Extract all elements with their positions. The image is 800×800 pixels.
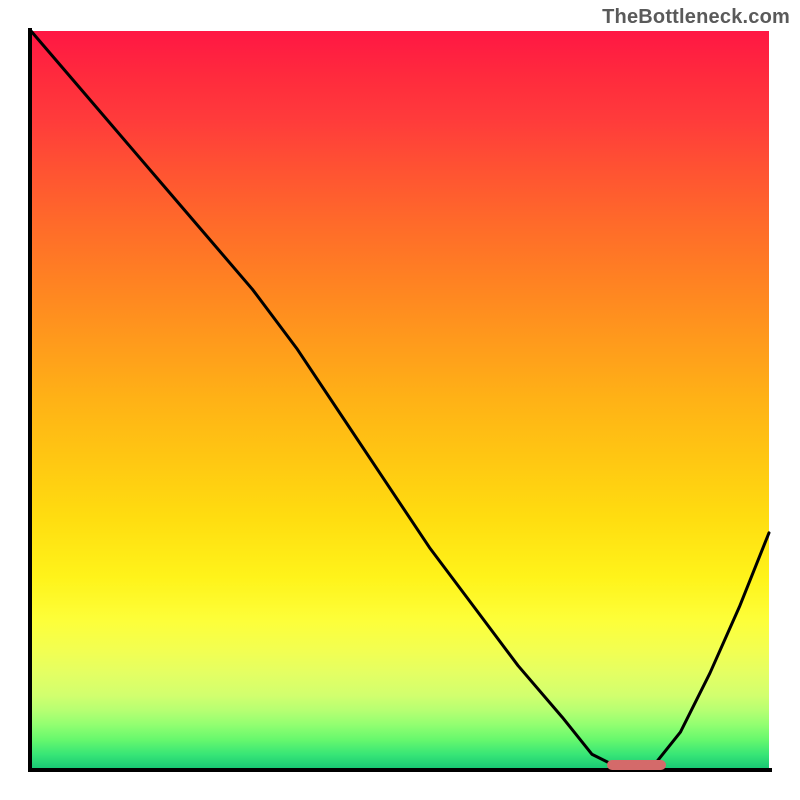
bottleneck-curve-path — [31, 31, 769, 769]
watermark-text: TheBottleneck.com — [602, 6, 790, 29]
curve-layer — [31, 31, 769, 769]
bottleneck-chart: TheBottleneck.com — [0, 0, 800, 800]
optimal-zone-marker — [607, 760, 666, 770]
